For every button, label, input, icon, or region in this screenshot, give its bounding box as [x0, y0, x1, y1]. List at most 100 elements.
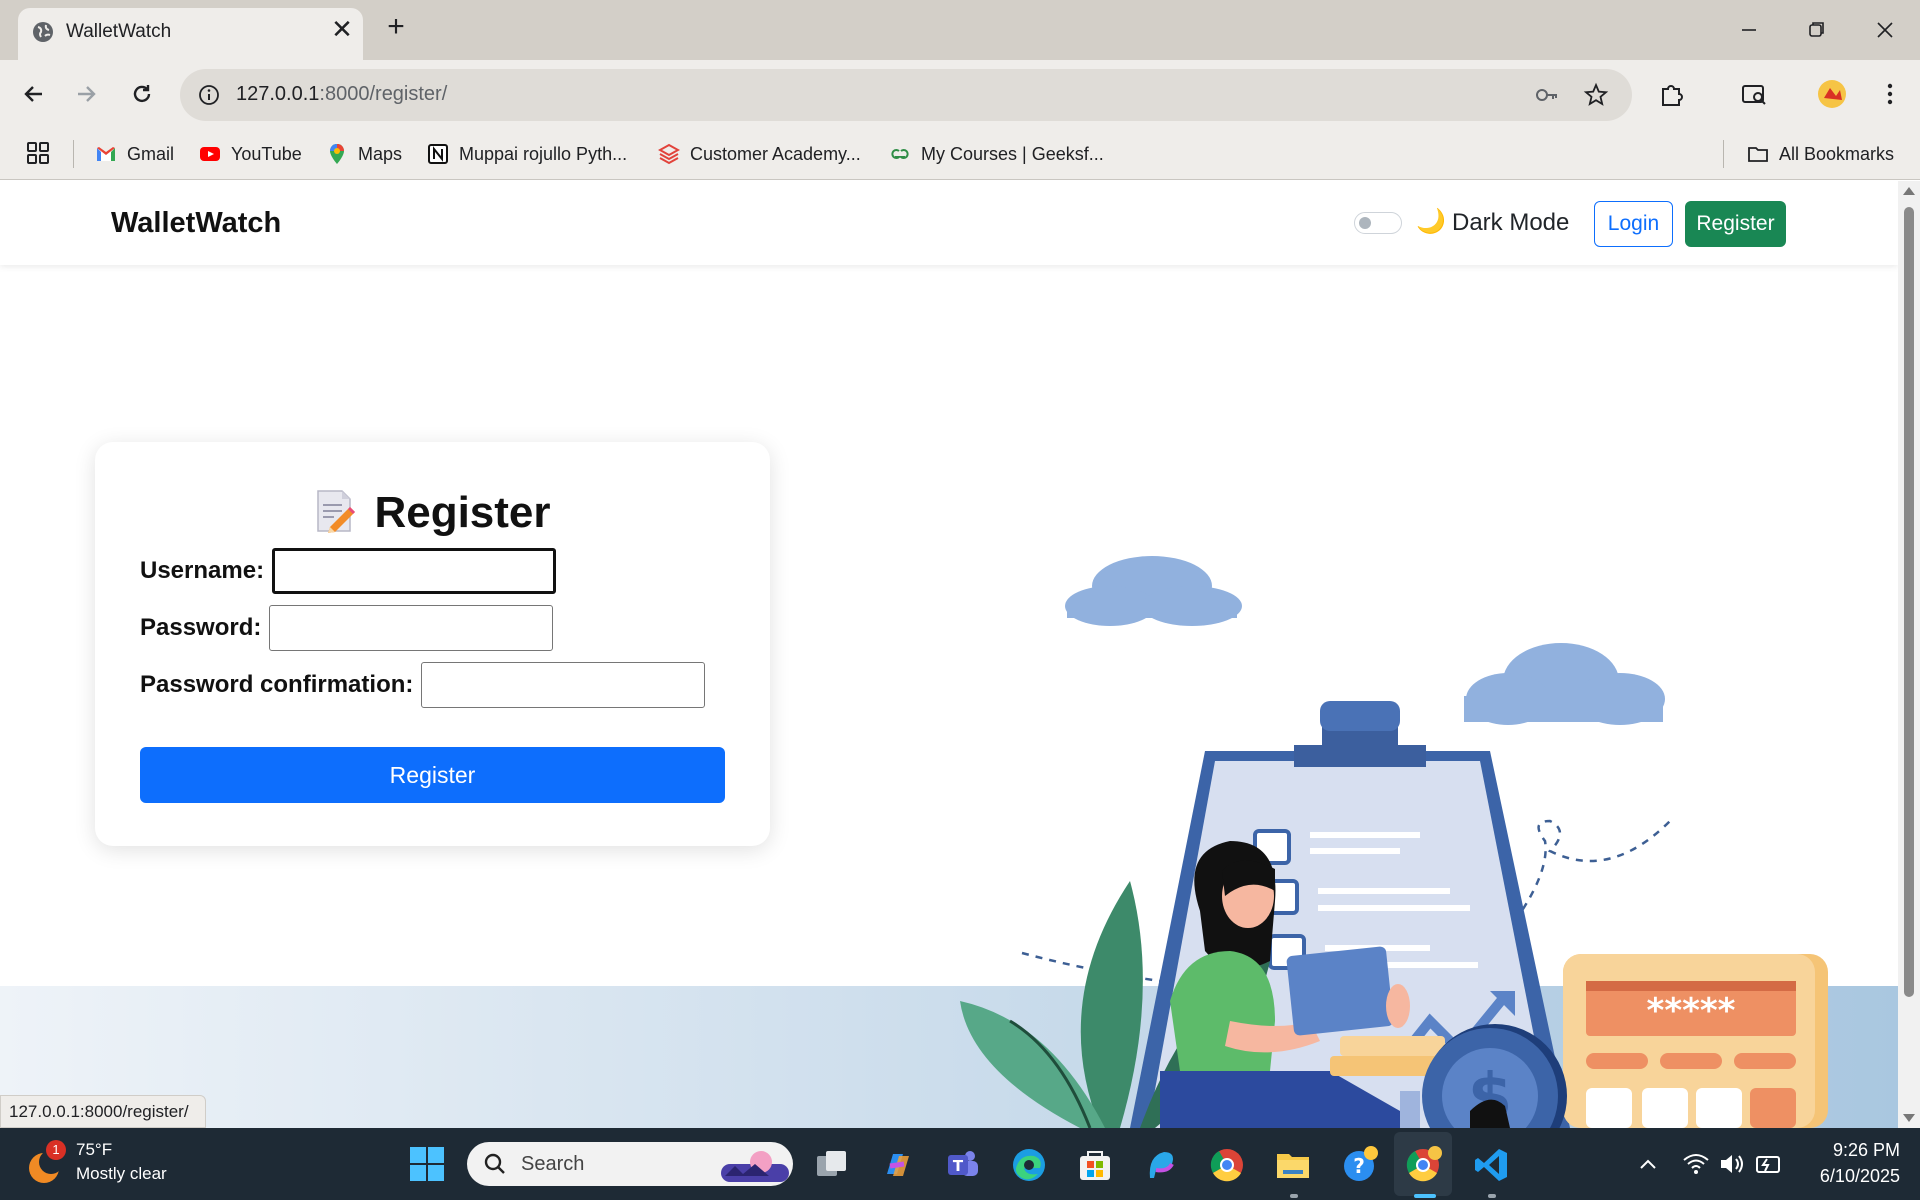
finance-illustration: ***** $ [960, 556, 1828, 1128]
register-card: Register Username: Password: Password co… [95, 442, 770, 846]
calculator-display: ***** [1647, 991, 1736, 1031]
dark-mode-toggle[interactable] [1354, 212, 1402, 234]
weather-badge: 1 [46, 1140, 66, 1160]
password-input[interactable] [269, 605, 554, 651]
youtube-icon [200, 147, 220, 161]
back-arrow-icon[interactable] [16, 76, 52, 112]
minimize-icon[interactable] [1726, 12, 1770, 48]
geeksforgeeks-icon [891, 149, 909, 159]
windows-taskbar: 1 75°F Mostly clear Search T ? 9:26 PM 6… [0, 1128, 1920, 1200]
bookmarks-bar: Gmail YouTube Maps Muppai rojullo Pyth..… [0, 128, 1920, 180]
bookmark-star-icon[interactable] [1583, 82, 1609, 108]
globe-icon [33, 22, 53, 42]
bookmark-maps[interactable]: Maps [326, 140, 402, 168]
edge-icon[interactable] [1010, 1146, 1048, 1184]
microsoft-store-icon[interactable] [1076, 1146, 1114, 1184]
bookmark-customer-academy[interactable]: Customer Academy... [658, 140, 861, 168]
copilot-icon[interactable] [879, 1146, 917, 1184]
windows-start-icon[interactable] [408, 1145, 446, 1183]
password-label: Password: [140, 614, 262, 641]
dark-mode-label: Dark Mode [1452, 209, 1570, 236]
gmail-icon [97, 147, 115, 161]
file-explorer-icon[interactable] [1274, 1146, 1312, 1184]
browser-toolbar: 127.0.0.1:8000/register/ [0, 60, 1920, 128]
bookmark-youtube[interactable]: YouTube [199, 140, 302, 168]
password-confirmation-row: Password confirmation: [140, 662, 706, 708]
notion-icon [428, 144, 448, 164]
new-tab-button[interactable]: + [381, 12, 411, 43]
photos-icon[interactable] [1142, 1146, 1180, 1184]
key-icon[interactable] [1534, 82, 1560, 108]
register-title: Register [95, 488, 770, 538]
browser-tab[interactable]: WalletWatch ✕ [18, 8, 363, 60]
bookmark-notion[interactable]: Muppai rojullo Pyth... [427, 140, 627, 168]
tab-title: WalletWatch [66, 21, 172, 42]
scroll-up-arrow-icon[interactable] [1903, 187, 1915, 195]
clock-date[interactable]: 6/10/2025 [1800, 1166, 1900, 1187]
search-highlight-icon [721, 1151, 789, 1182]
cloud-shape [1464, 643, 1665, 725]
username-label: Username: [140, 557, 265, 584]
brand-logo[interactable]: WalletWatch [111, 207, 281, 240]
task-view-icon[interactable] [813, 1146, 851, 1184]
register-submit-button[interactable]: Register [140, 747, 725, 803]
weather-widget[interactable]: 1 75°F Mostly clear [24, 1140, 224, 1190]
bookmark-geeksforgeeks[interactable]: My Courses | Geeksf... [889, 140, 1104, 168]
running-app-indicator [1488, 1194, 1496, 1198]
username-input[interactable] [272, 548, 557, 594]
cloud-shape [1065, 556, 1242, 626]
address-bar[interactable]: 127.0.0.1:8000/register/ [180, 69, 1632, 121]
page-scrollbar[interactable] [1898, 181, 1920, 1128]
wifi-icon[interactable] [1680, 1148, 1712, 1180]
password-confirmation-input[interactable] [421, 662, 706, 708]
login-button[interactable]: Login [1594, 201, 1673, 247]
url-text[interactable]: 127.0.0.1:8000/register/ [236, 83, 447, 106]
close-tab-icon[interactable]: ✕ [328, 16, 356, 44]
scroll-down-arrow-icon[interactable] [1903, 1114, 1915, 1122]
all-bookmarks-button[interactable]: All Bookmarks [1747, 140, 1894, 168]
teams-icon[interactable]: T [944, 1146, 982, 1184]
password-row: Password: [140, 605, 554, 651]
toggle-knob [1359, 217, 1371, 229]
username-row: Username: [140, 548, 557, 594]
site-info-icon[interactable] [196, 82, 222, 108]
chevron-up-icon[interactable] [1632, 1148, 1664, 1180]
apps-grid-icon[interactable] [26, 141, 50, 165]
memo-icon [317, 490, 356, 533]
browser-tab-strip: WalletWatch ✕ + [0, 0, 1920, 60]
svg-text:T: T [953, 1157, 964, 1175]
reload-icon[interactable] [124, 76, 160, 112]
battery-icon[interactable] [1752, 1148, 1784, 1180]
layers-icon [658, 143, 680, 165]
maps-icon [330, 144, 344, 164]
weather-temperature: 75°F [76, 1140, 113, 1159]
running-app-indicator [1290, 1194, 1298, 1198]
volume-icon[interactable] [1716, 1148, 1748, 1180]
taskbar-search-box[interactable]: Search [467, 1142, 793, 1186]
site-navbar: WalletWatch 🌙 Dark Mode Login Register [0, 181, 1898, 265]
close-window-icon[interactable] [1862, 12, 1906, 48]
dashed-trail [1513, 819, 1671, 922]
chrome-icon[interactable] [1208, 1146, 1246, 1184]
bookmark-gmail[interactable]: Gmail [95, 140, 174, 168]
profile-avatar-icon[interactable] [1814, 76, 1850, 112]
extensions-icon[interactable] [1654, 76, 1690, 112]
forward-arrow-icon[interactable] [68, 76, 104, 112]
kebab-menu-icon[interactable] [1872, 76, 1908, 112]
folder-icon [1748, 147, 1768, 162]
bookmarks-divider [1723, 140, 1724, 168]
svg-text:?: ? [1353, 1154, 1365, 1178]
help-icon[interactable]: ? [1340, 1146, 1378, 1184]
vscode-icon[interactable] [1472, 1146, 1510, 1184]
password-confirmation-label: Password confirmation: [140, 671, 414, 698]
scroll-thumb[interactable] [1904, 207, 1914, 997]
restore-icon[interactable] [1794, 12, 1838, 48]
tab-search-icon[interactable] [1736, 76, 1772, 112]
register-nav-button[interactable]: Register [1685, 201, 1786, 247]
moon-icon: 🌙 [1416, 208, 1446, 235]
calculator-shape: ***** [1563, 954, 1828, 1128]
chrome-profile-icon[interactable] [1404, 1146, 1442, 1184]
bookmarks-divider [73, 140, 74, 168]
page-viewport: WalletWatch 🌙 Dark Mode Login Register R… [0, 181, 1898, 1128]
clock-time[interactable]: 9:26 PM [1808, 1140, 1900, 1161]
